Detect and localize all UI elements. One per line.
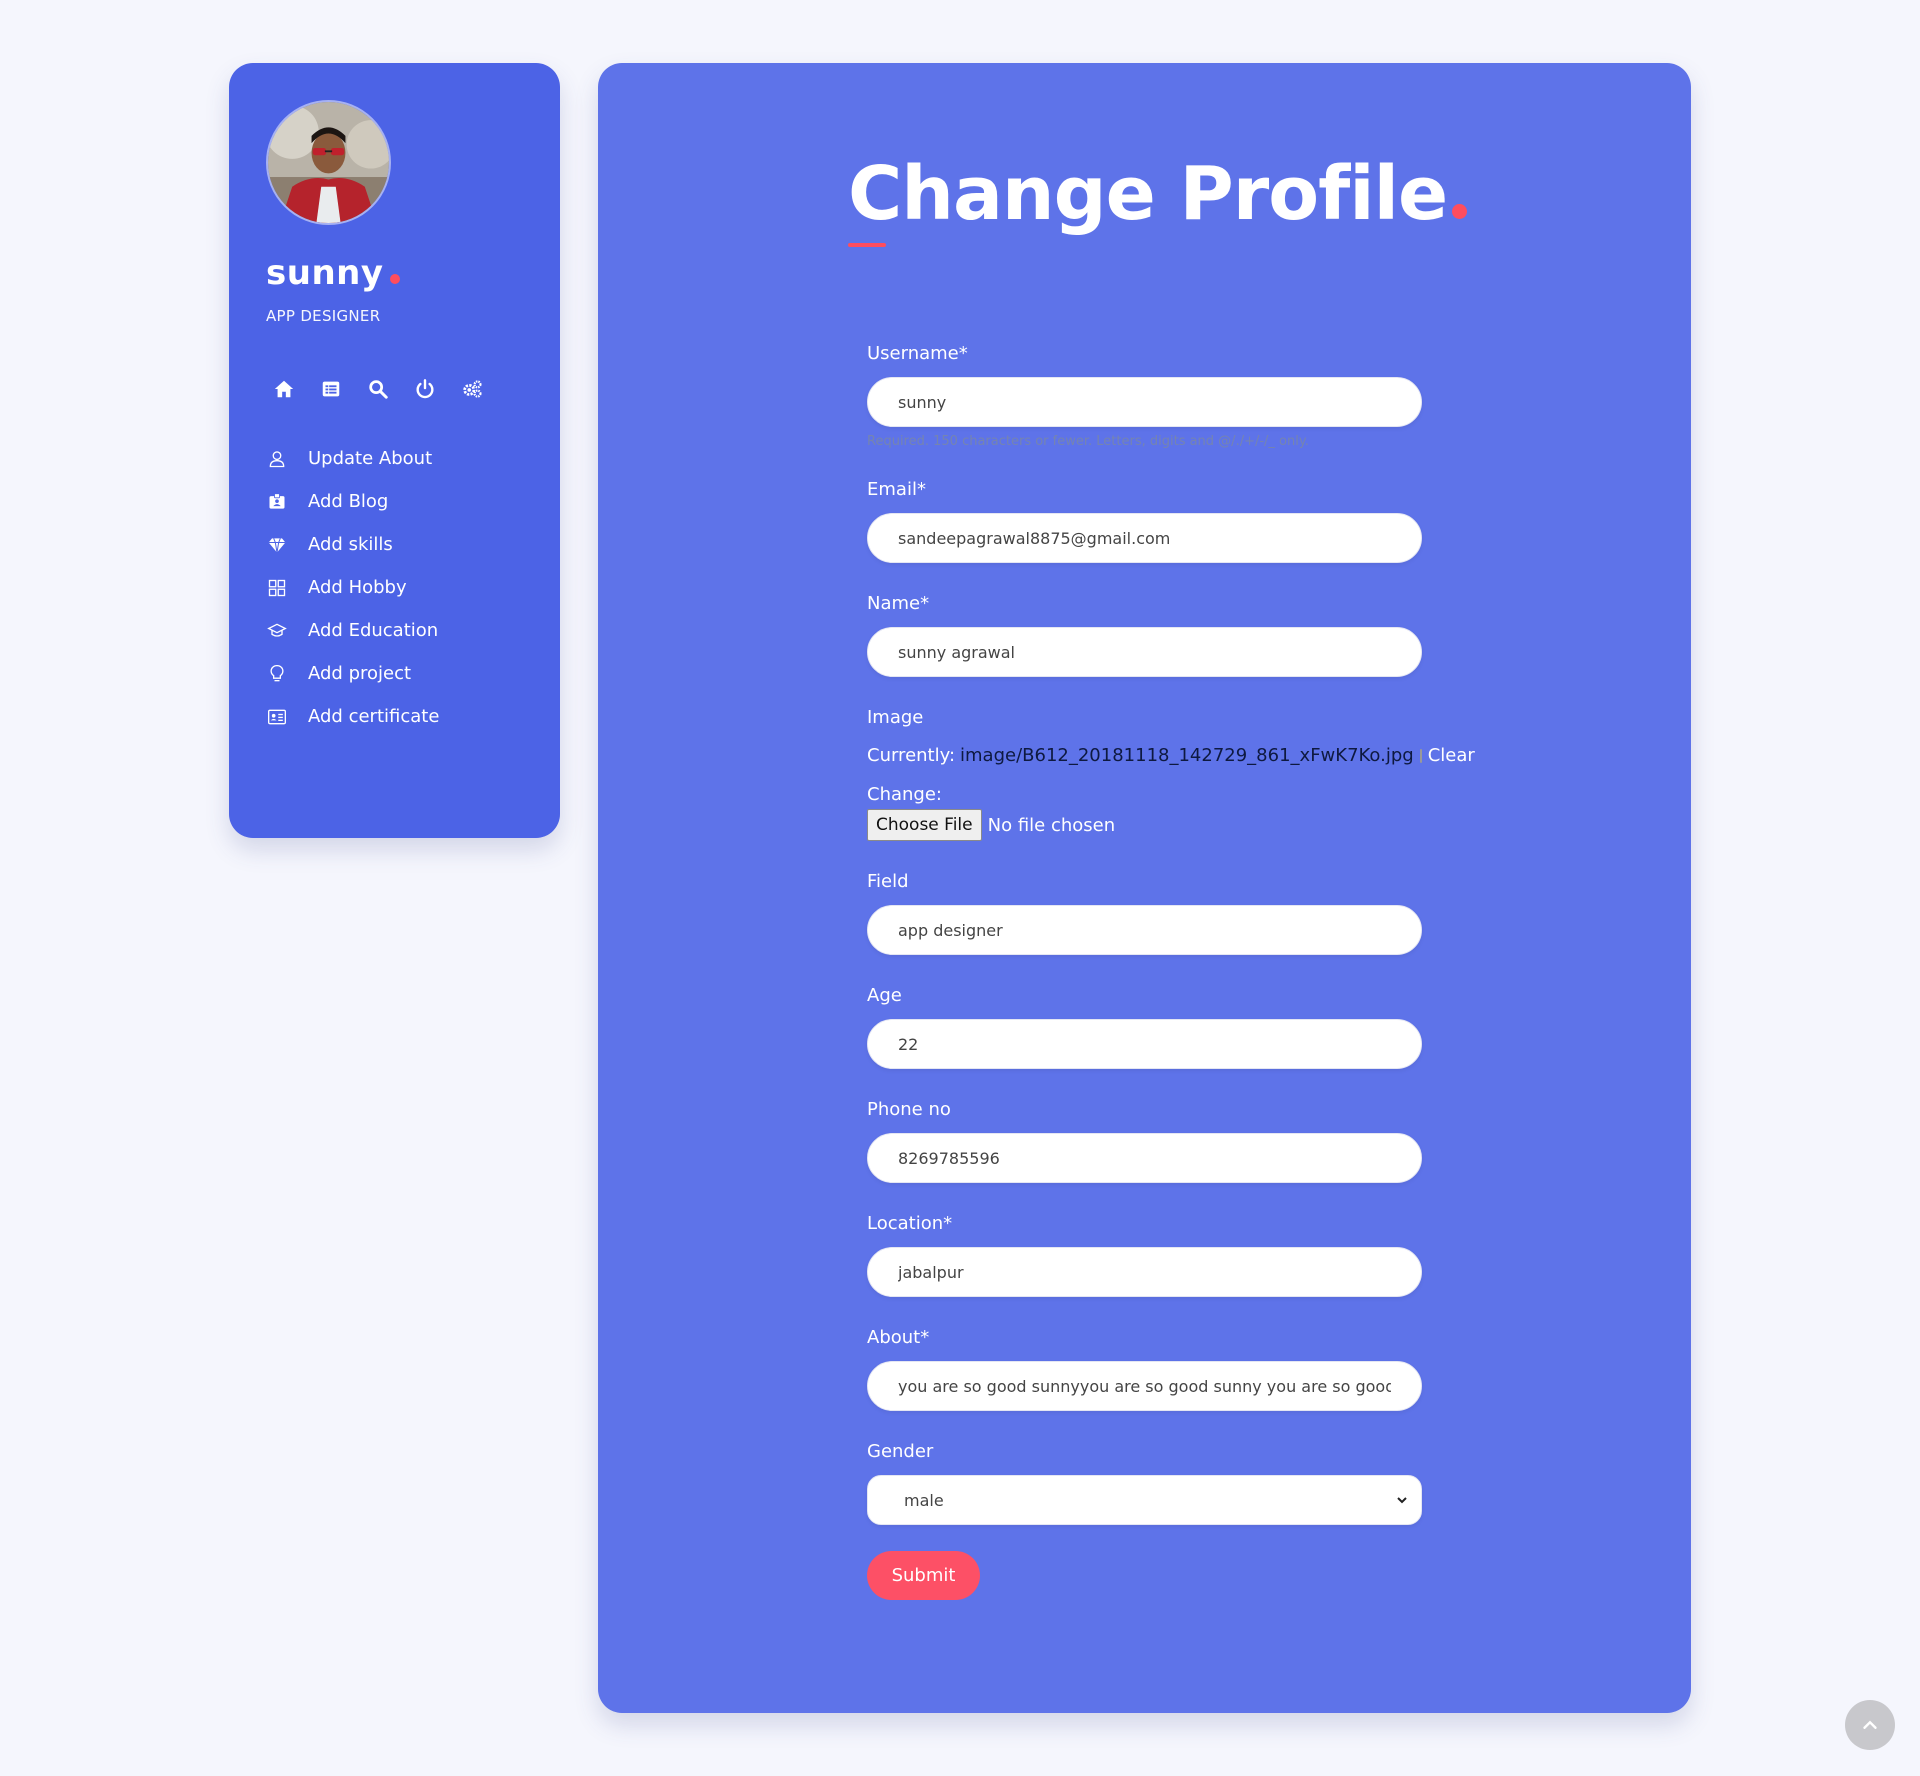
image-group: Image Currently: image/B612_20181118_142… [867,707,1475,841]
email-label: Email* [867,479,926,500]
power-icon[interactable] [413,377,437,401]
email-field[interactable] [867,513,1422,563]
id-card-icon [266,706,288,728]
page-title: Change Profile [848,151,1448,237]
chevron-up-icon [1863,1720,1877,1729]
location-label: Location* [867,1213,953,1234]
quick-icons [266,377,523,401]
name-group: Name* [867,593,1422,677]
location-field[interactable] [867,1247,1422,1297]
field-group: Field [867,871,1422,955]
gender-label: Gender [867,1441,934,1462]
accent-dot [389,274,400,284]
image-currently-label: Currently: [867,745,956,766]
location-group: Location* [867,1213,1422,1297]
about-label: About* [867,1327,930,1348]
chevron-down-icon [1397,1497,1407,1504]
blog-badge-icon [266,491,288,513]
home-icon[interactable] [272,377,296,401]
field-input[interactable] [867,905,1422,955]
gender-selected-value: male [904,1490,944,1510]
image-clear-checkbox[interactable] [1419,748,1422,763]
about-group: About* [867,1327,1422,1411]
profile-form: Username* Required. 150 characters or fe… [867,343,1475,1600]
image-change-label: Change: [867,784,942,805]
file-input-row: Choose File No file chosen [867,809,1422,841]
submit-button[interactable]: Submit [867,1551,980,1600]
gender-select[interactable]: male [867,1475,1422,1525]
avatar [266,100,391,225]
choose-file-button[interactable]: Choose File [867,809,982,841]
age-field[interactable] [867,1019,1422,1069]
scroll-to-top-button[interactable] [1845,1700,1895,1750]
profile-name-row: sunny [266,253,523,293]
username-group: Username* Required. 150 characters or fe… [867,343,1422,454]
image-label: Image [867,707,924,728]
file-status: No file chosen [987,814,1116,836]
phone-field[interactable] [867,1133,1422,1183]
sidebar-item-update-about[interactable]: Update About [266,437,523,480]
age-label: Age [867,985,902,1006]
sidebar-item-label: Add Education [308,620,439,641]
sidebar-item-label: Update About [308,448,433,469]
search-icon[interactable] [366,377,390,401]
image-current-file-link[interactable]: image/B612_20181118_142729_861_xFwK7Ko.j… [960,745,1414,766]
list-icon[interactable] [319,377,343,401]
main-card: Change Profile Username* Required. 150 c… [598,63,1691,1713]
sidebar-item-add-education[interactable]: Add Education [266,609,523,652]
image-clear-label: Clear [1427,745,1475,766]
sidebar-item-add-project[interactable]: Add project [266,652,523,695]
diamond-icon [266,534,288,556]
user-icon [266,448,288,470]
age-group: Age [867,985,1422,1069]
image-current-row: Currently: image/B612_20181118_142729_86… [867,745,1475,766]
profile-name: sunny [266,253,384,293]
sidebar-item-label: Add Hobby [308,577,407,598]
sidebar-item-add-blog[interactable]: Add Blog [266,480,523,523]
lightbulb-icon [266,663,288,685]
email-group: Email* [867,479,1422,563]
field-label: Field [867,871,909,892]
title-underline [848,243,886,247]
sidebar-item-label: Add skills [308,534,393,555]
name-label: Name* [867,593,930,614]
username-help-text: Required. 150 characters or fewer. Lette… [867,434,1309,449]
accent-dot [1452,204,1468,219]
username-field[interactable] [867,377,1422,427]
profile-role: APP DESIGNER [266,307,381,325]
sidebar: sunny APP DESIGNER Update About Add Blog… [229,63,560,838]
username-label: Username* [867,343,968,364]
graduation-cap-icon [266,620,288,642]
sidebar-item-label: Add Blog [308,491,389,512]
sidebar-item-add-certificate[interactable]: Add certificate [266,695,523,738]
page-title-row: Change Profile [848,151,1468,237]
phone-label: Phone no [867,1099,951,1120]
avatar-photo [268,102,389,223]
sidebar-menu: Update About Add Blog Add skills Add Hob… [266,437,523,738]
phone-group: Phone no [867,1099,1422,1183]
gender-group: Gender male [867,1441,1422,1525]
about-field[interactable] [867,1361,1422,1411]
name-field[interactable] [867,627,1422,677]
sidebar-item-add-hobby[interactable]: Add Hobby [266,566,523,609]
sidebar-item-add-skills[interactable]: Add skills [266,523,523,566]
grid-icon [266,577,288,599]
settings-icon[interactable] [460,377,484,401]
sidebar-item-label: Add project [308,663,412,684]
sidebar-item-label: Add certificate [308,706,440,727]
